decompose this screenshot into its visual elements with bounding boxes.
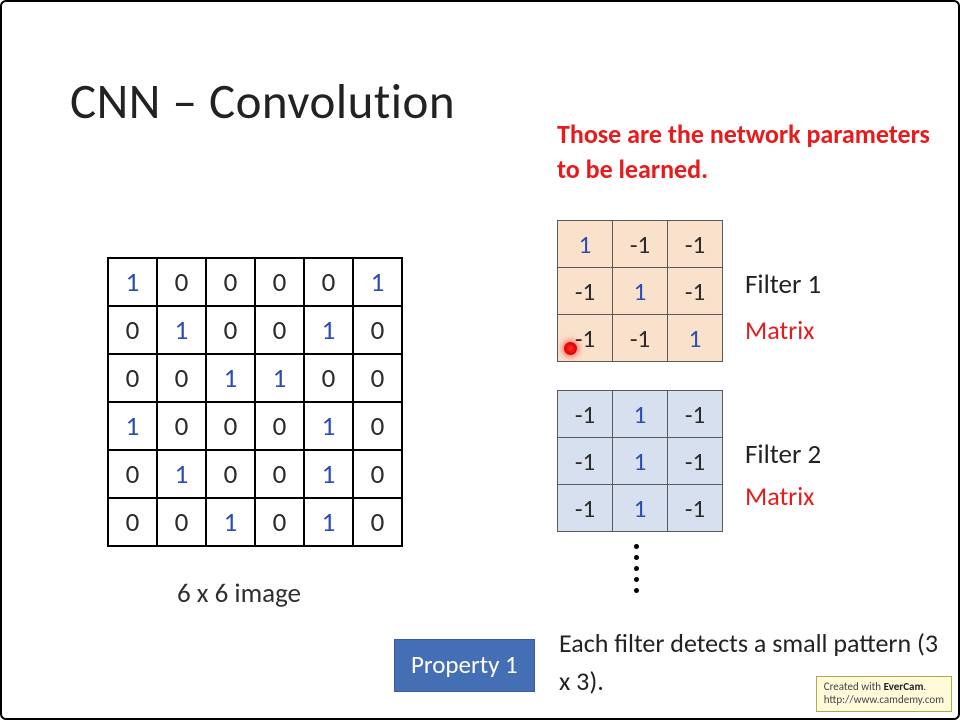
watermark-line1-bold: EverCam: [884, 680, 924, 693]
filter-1-label: Filter 1: [745, 268, 821, 301]
filter-cell: 1: [613, 391, 668, 438]
filter-cell: 1: [613, 438, 668, 485]
slide-title: CNN – Convolution: [70, 72, 455, 132]
image-cell: 1: [157, 450, 206, 498]
image-cell: 0: [157, 402, 206, 450]
filter-cell: -1: [668, 438, 723, 485]
parameters-note: Those are the network parameters to be l…: [557, 117, 937, 187]
property-1-badge: Property 1: [394, 639, 535, 692]
image-cell: 1: [206, 498, 255, 546]
image-cell: 0: [206, 402, 255, 450]
filter-1-sublabel: Matrix: [745, 314, 814, 346]
filter-cell: -1: [668, 485, 723, 532]
filter-cell: 1: [613, 268, 668, 315]
image-cell: 0: [206, 306, 255, 354]
image-cell: 1: [304, 498, 353, 546]
watermark-line2: http://www.camdemy.com: [824, 693, 944, 706]
filter-2-sublabel: Matrix: [745, 480, 814, 512]
ellipsis-dots-icon: [634, 544, 639, 593]
image-cell: 0: [206, 258, 255, 306]
image-cell: 1: [157, 306, 206, 354]
filter-2-matrix: -11-1-11-1-11-1: [557, 390, 723, 532]
filter-cell: -1: [668, 221, 723, 268]
image-cell: 0: [304, 258, 353, 306]
image-cell: 0: [255, 258, 304, 306]
image-cell: 0: [353, 354, 402, 402]
image-cell: 1: [353, 258, 402, 306]
image-cell: 0: [353, 450, 402, 498]
filter-cell: -1: [613, 221, 668, 268]
input-image-grid: 100001010010001100100010010010001010: [107, 257, 403, 547]
image-cell: 1: [304, 450, 353, 498]
image-cell: 0: [157, 498, 206, 546]
filter-cell: -1: [668, 268, 723, 315]
laser-pointer-icon: [564, 342, 577, 355]
image-cell: 1: [108, 258, 157, 306]
filter-cell: -1: [558, 485, 613, 532]
image-cell: 1: [255, 354, 304, 402]
image-cell: 0: [108, 354, 157, 402]
image-cell: 0: [255, 306, 304, 354]
image-cell: 0: [353, 498, 402, 546]
image-cell: 1: [108, 402, 157, 450]
filter-cell: -1: [558, 315, 613, 362]
image-cell: 0: [255, 450, 304, 498]
image-cell: 0: [108, 498, 157, 546]
image-cell: 1: [304, 402, 353, 450]
image-cell: 0: [255, 402, 304, 450]
filter-1-matrix: 1-1-1-11-1-1-11: [557, 220, 723, 362]
input-image-caption: 6 x 6 image: [177, 577, 301, 610]
filter-cell: -1: [558, 438, 613, 485]
image-cell: 0: [255, 498, 304, 546]
image-cell: 0: [206, 450, 255, 498]
filter-cell: -1: [558, 391, 613, 438]
filter-2-label: Filter 2: [745, 438, 821, 471]
image-cell: 0: [157, 354, 206, 402]
image-cell: 0: [304, 354, 353, 402]
filter-cell: 1: [613, 485, 668, 532]
evercam-watermark: Created with EverCam. http://www.camdemy…: [816, 676, 952, 713]
image-cell: 0: [108, 450, 157, 498]
watermark-line1-pre: Created with: [824, 680, 884, 693]
filter-cell: 1: [558, 221, 613, 268]
filter-cell: -1: [668, 391, 723, 438]
image-cell: 0: [353, 402, 402, 450]
image-cell: 1: [304, 306, 353, 354]
image-cell: 1: [206, 354, 255, 402]
image-cell: 0: [353, 306, 402, 354]
filter-cell: 1: [668, 315, 723, 362]
filter-cell: -1: [558, 268, 613, 315]
image-cell: 0: [157, 258, 206, 306]
watermark-line1-post: .: [923, 680, 926, 693]
image-cell: 0: [108, 306, 157, 354]
filter-cell: -1: [613, 315, 668, 362]
